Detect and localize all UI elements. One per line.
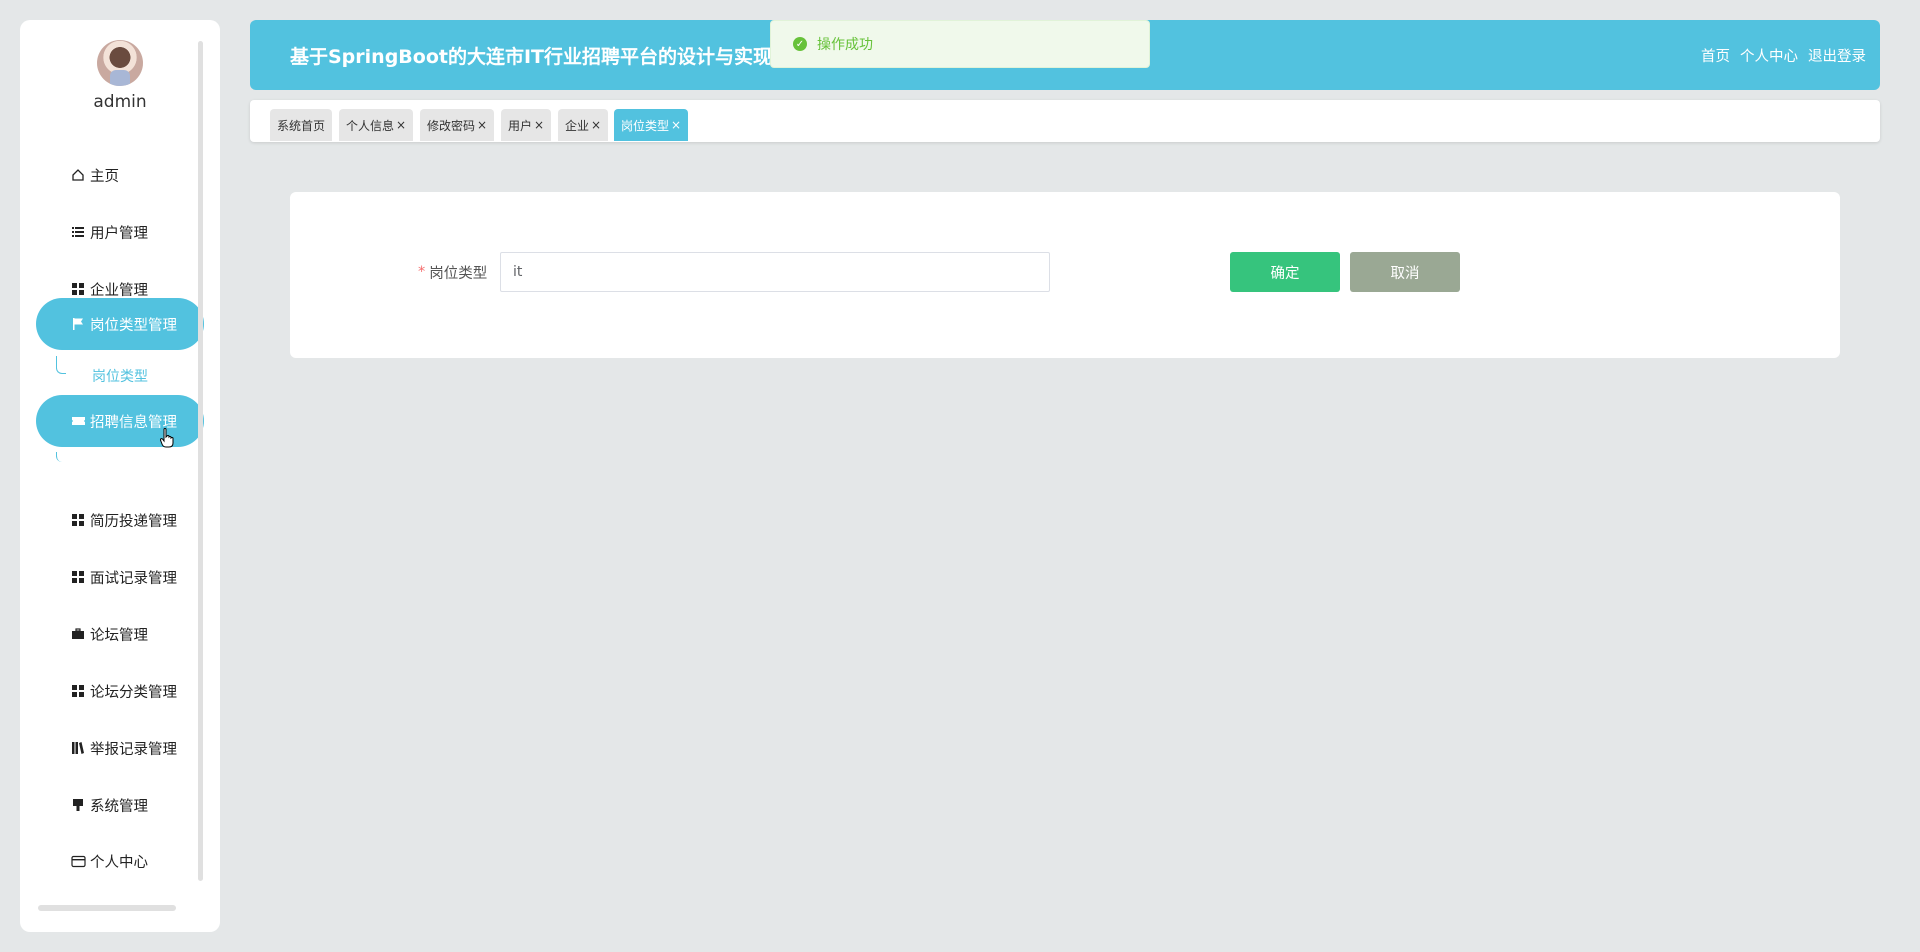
sidebar-item-report-management[interactable]: 举报记录管理 bbox=[70, 736, 177, 760]
grid-icon bbox=[70, 281, 86, 297]
grid-icon bbox=[70, 569, 86, 585]
tab-change-password[interactable]: 修改密码 × bbox=[420, 109, 495, 141]
sidebar-item-label: 面试记录管理 bbox=[90, 570, 177, 587]
job-type-form: * 岗位类型 确定 取消 bbox=[290, 192, 1840, 358]
sidebar-item-label: 主页 bbox=[90, 168, 119, 185]
sidebar-item-system-management[interactable]: 系统管理 bbox=[70, 793, 148, 817]
tab-label: 用户 bbox=[508, 118, 533, 133]
success-toast: ✓ 操作成功 bbox=[770, 20, 1150, 68]
sidebar-item-label: 用户管理 bbox=[90, 225, 148, 242]
hand-cursor-icon bbox=[160, 428, 174, 448]
sidebar-item-interview-management[interactable]: 面试记录管理 bbox=[70, 565, 177, 589]
job-type-input[interactable] bbox=[500, 252, 1050, 292]
close-icon[interactable]: × bbox=[591, 118, 601, 132]
cancel-button[interactable]: 取消 bbox=[1350, 252, 1460, 292]
sidebar: admin 主页 用户管理 企业管理 岗位类型管理 岗位类型 招聘信息管理 简历… bbox=[20, 20, 220, 932]
sidebar-item-personal-center[interactable]: 个人中心 bbox=[70, 849, 148, 873]
submenu-connector bbox=[56, 356, 66, 374]
flag-icon bbox=[70, 316, 86, 332]
card-icon bbox=[70, 853, 86, 869]
job-type-label: * 岗位类型 bbox=[418, 252, 487, 292]
sidebar-item-label: 举报记录管理 bbox=[90, 741, 177, 758]
sidebar-item-forum-category-management[interactable]: 论坛分类管理 bbox=[70, 679, 177, 703]
list-icon bbox=[70, 224, 86, 240]
submenu-connector bbox=[56, 452, 66, 462]
nav-logout-link[interactable]: 退出登录 bbox=[1808, 45, 1866, 66]
avatar[interactable] bbox=[97, 40, 143, 86]
sidebar-item-label: 个人中心 bbox=[90, 854, 148, 871]
toast-message: 操作成功 bbox=[817, 37, 873, 53]
tab-label: 修改密码 bbox=[427, 118, 476, 133]
sidebar-item-home[interactable]: 主页 bbox=[70, 163, 119, 187]
username: admin bbox=[93, 92, 147, 112]
close-icon[interactable]: × bbox=[477, 118, 487, 132]
sidebar-item-label: 论坛管理 bbox=[90, 627, 148, 644]
books-icon bbox=[70, 740, 86, 756]
sidebar-item-label: 简历投递管理 bbox=[90, 513, 177, 530]
tab-system-home[interactable]: 系统首页 bbox=[270, 109, 333, 141]
tab-label: 企业 bbox=[565, 118, 590, 133]
sidebar-item-forum-management[interactable]: 论坛管理 bbox=[70, 622, 148, 646]
close-icon[interactable]: × bbox=[396, 118, 406, 132]
tab-job-type[interactable]: 岗位类型 × bbox=[614, 109, 689, 141]
sidebar-item-recruitment-management[interactable]: 招聘信息管理 bbox=[36, 395, 204, 447]
close-icon[interactable]: × bbox=[671, 118, 681, 132]
nav-home-link[interactable]: 首页 bbox=[1701, 45, 1730, 66]
grid-icon bbox=[70, 683, 86, 699]
check-circle-icon: ✓ bbox=[793, 37, 807, 51]
tab-users[interactable]: 用户 × bbox=[501, 109, 552, 141]
page-title: 基于SpringBoot的大连市IT行业招聘平台的设计与实现 bbox=[290, 45, 772, 68]
tab-personal-info[interactable]: 个人信息 × bbox=[339, 109, 414, 141]
sidebar-item-label: 论坛分类管理 bbox=[90, 684, 177, 701]
tab-companies[interactable]: 企业 × bbox=[558, 109, 609, 141]
sidebar-horizontal-scrollbar[interactable] bbox=[38, 905, 176, 911]
close-icon[interactable]: × bbox=[534, 118, 544, 132]
sidebar-item-label: 岗位类型管理 bbox=[90, 317, 177, 334]
required-marker: * bbox=[418, 264, 426, 280]
sidebar-item-label: 企业管理 bbox=[90, 282, 148, 299]
confirm-button[interactable]: 确定 bbox=[1230, 252, 1340, 292]
briefcase-icon bbox=[70, 626, 86, 642]
home-icon bbox=[70, 167, 86, 183]
brush-icon bbox=[70, 797, 86, 813]
sidebar-subitem-job-type[interactable]: 岗位类型 bbox=[92, 366, 148, 386]
tabs-bar: 系统首页 个人信息 × 修改密码 × 用户 × 企业 × 岗位类型 × bbox=[250, 100, 1880, 142]
grid-icon bbox=[70, 512, 86, 528]
sidebar-item-label: 系统管理 bbox=[90, 798, 148, 815]
sidebar-vertical-scrollbar[interactable] bbox=[198, 41, 203, 881]
sidebar-item-user-management[interactable]: 用户管理 bbox=[70, 220, 148, 244]
sidebar-item-job-type-management[interactable]: 岗位类型管理 bbox=[36, 298, 204, 350]
tab-label: 个人信息 bbox=[346, 118, 395, 133]
header-nav: 首页 个人中心 退出登录 bbox=[1701, 20, 1866, 90]
tab-label: 系统首页 bbox=[277, 118, 326, 133]
tab-label: 岗位类型 bbox=[621, 118, 670, 133]
sidebar-item-resume-management[interactable]: 简历投递管理 bbox=[70, 508, 177, 532]
nav-profile-link[interactable]: 个人中心 bbox=[1740, 45, 1798, 66]
ticket-icon bbox=[70, 413, 86, 429]
field-label-text: 岗位类型 bbox=[429, 265, 488, 282]
